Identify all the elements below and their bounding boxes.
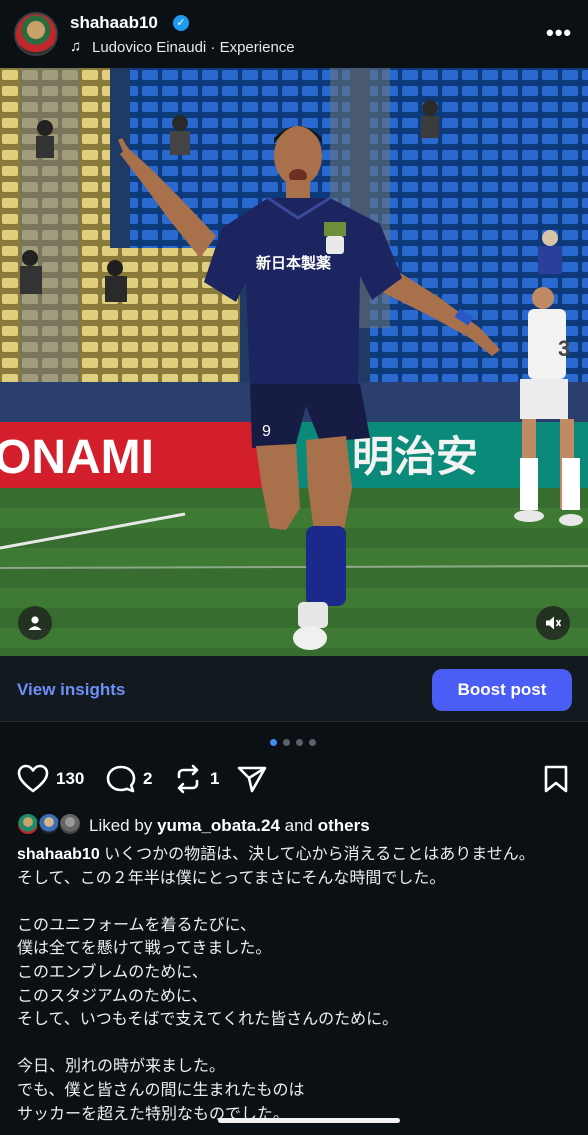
- boost-post-button[interactable]: Boost post: [432, 669, 572, 711]
- opponent-shirt-number: 3: [558, 336, 570, 361]
- banner-konami-text: ONAMI: [0, 431, 154, 484]
- speaker-muted-icon[interactable]: [536, 606, 570, 640]
- caption-username[interactable]: shahaab10: [17, 846, 100, 863]
- username[interactable]: shahaab10: [70, 13, 158, 33]
- carousel-dot-active: [270, 739, 277, 746]
- verified-badge-icon: ✓: [173, 15, 189, 31]
- caption-text: いくつかの物語は、決して心から消えることはありません。 そして、この２年半は僕に…: [17, 846, 535, 1123]
- liker-avatar[interactable]: [58, 812, 82, 836]
- save-bookmark-icon[interactable]: [542, 764, 570, 799]
- more-options-icon[interactable]: •••: [546, 20, 572, 46]
- post-caption: shahaab10 いくつかの物語は、決して心から消えることはありません。 そし…: [17, 843, 577, 1126]
- comment-count[interactable]: 2: [143, 769, 152, 789]
- liked-by-others[interactable]: others: [318, 816, 370, 835]
- shorts-number: 9: [262, 423, 271, 440]
- share-icon[interactable]: [236, 764, 268, 799]
- liked-by-user[interactable]: yuma_obata.24: [157, 816, 280, 835]
- carousel-dot: [296, 739, 303, 746]
- banner-meiji-text: 明治安: [352, 432, 478, 481]
- person-tag-icon[interactable]: [18, 606, 52, 640]
- carousel-dot: [283, 739, 290, 746]
- like-count[interactable]: 130: [56, 769, 84, 789]
- post-photo[interactable]: ONAMI 明治安 3 新日本製薬 9: [0, 68, 588, 656]
- post-header: shahaab10 ✓ ♫ Ludovico Einaudi · Experie…: [0, 0, 588, 68]
- repost-icon[interactable]: [172, 764, 204, 799]
- view-insights-link[interactable]: View insights: [17, 680, 125, 700]
- repost-count[interactable]: 1: [210, 769, 219, 789]
- liked-by-text[interactable]: Liked by yuma_obata.24 and others: [89, 816, 370, 836]
- heart-icon[interactable]: [17, 764, 49, 799]
- profile-avatar[interactable]: [14, 12, 58, 56]
- music-track[interactable]: Ludovico Einaudi · Experience: [92, 39, 295, 56]
- insights-bar: View insights Boost post: [0, 656, 588, 722]
- carousel-dot: [309, 739, 316, 746]
- liked-by-prefix: Liked by: [89, 816, 153, 835]
- comment-icon[interactable]: [105, 764, 137, 799]
- liked-by-and: and: [284, 816, 314, 835]
- jersey-sponsor-text: 新日本製薬: [256, 254, 331, 272]
- home-indicator[interactable]: [218, 1118, 400, 1123]
- music-note-icon: ♫: [70, 38, 82, 55]
